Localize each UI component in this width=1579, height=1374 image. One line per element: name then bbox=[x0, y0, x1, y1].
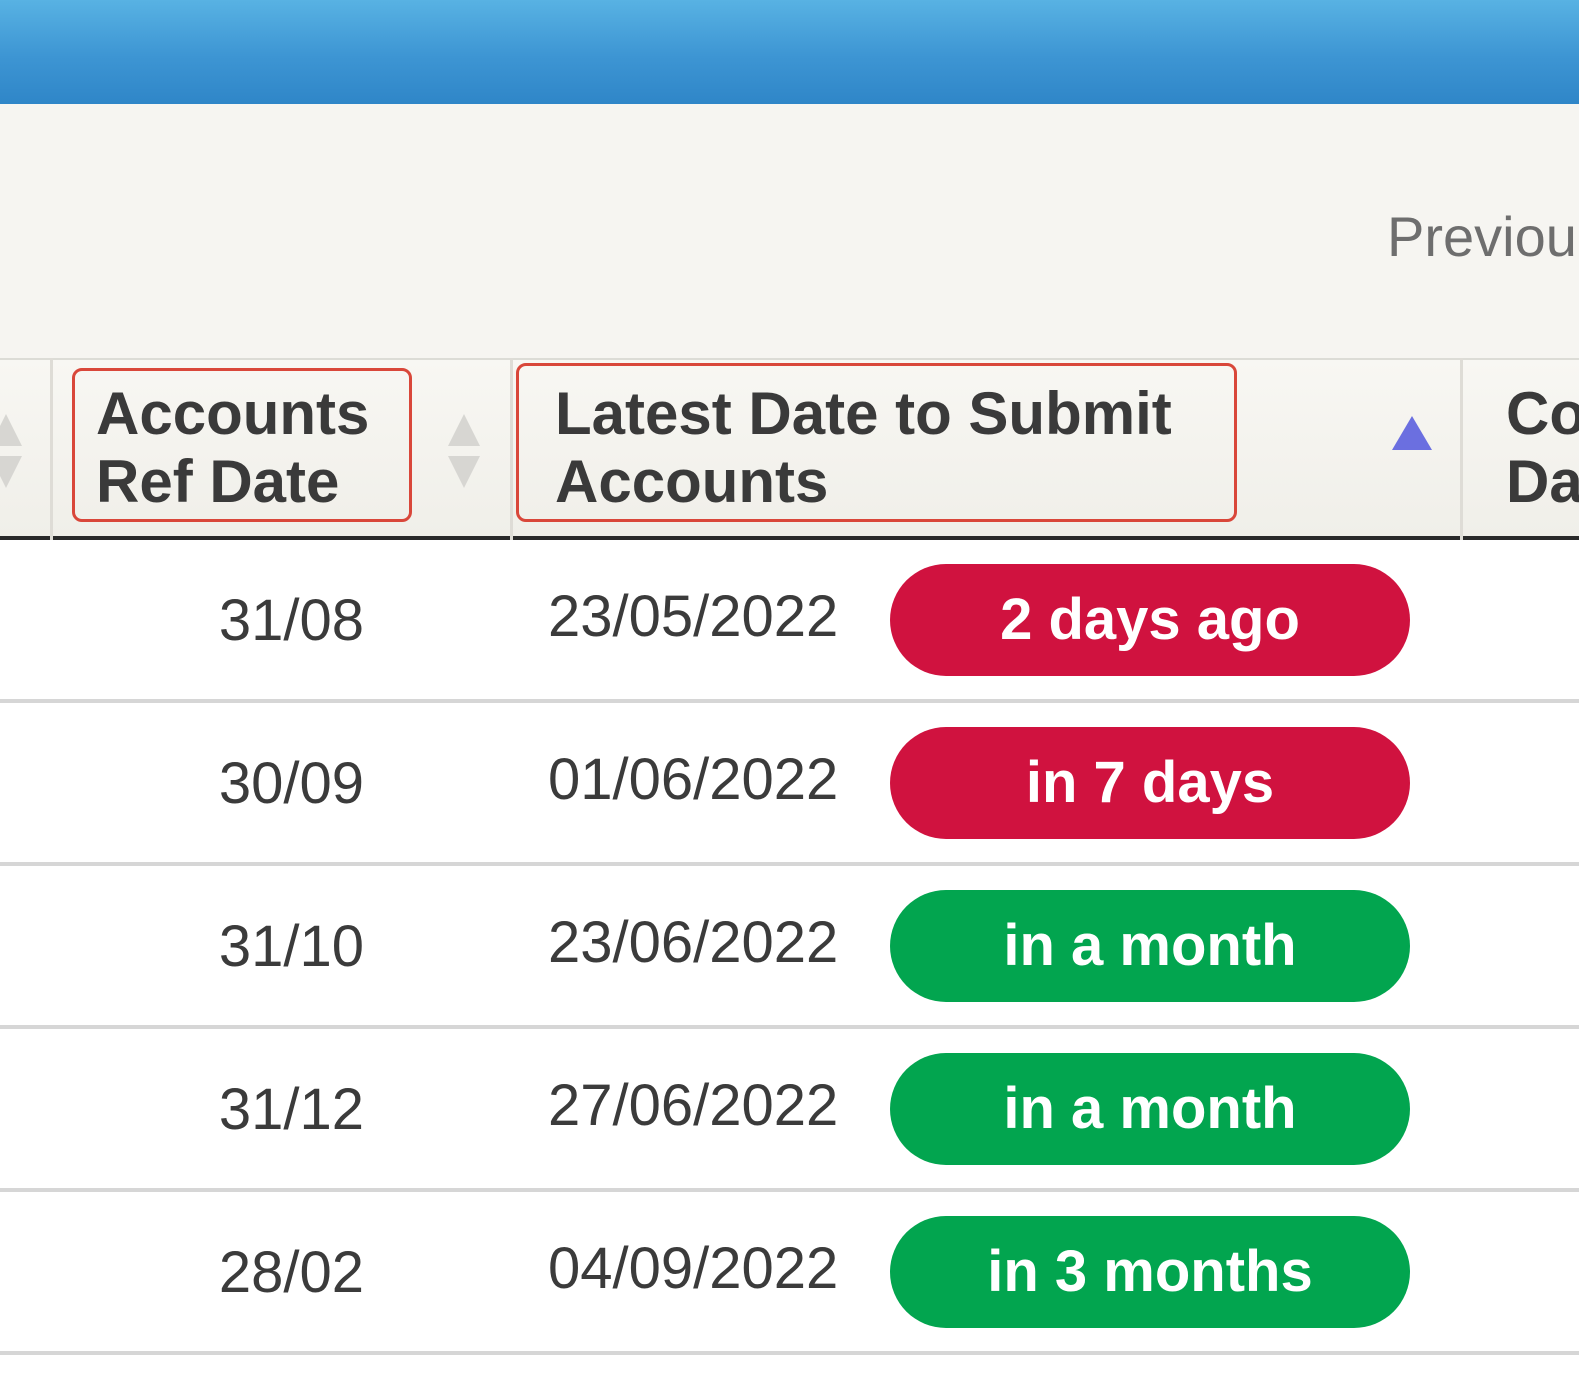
sort-ascending-icon[interactable] bbox=[1390, 414, 1434, 454]
status-badge: 2 days ago bbox=[890, 564, 1410, 676]
table-row: 28/02 04/09/2022 in 3 months bbox=[0, 1192, 1579, 1355]
table-row: 31/08 23/05/2022 2 days ago bbox=[0, 540, 1579, 703]
previous-page-link[interactable]: Previou bbox=[1387, 205, 1577, 269]
accounts-ref-date-cell: 28/02 bbox=[218, 1240, 364, 1305]
latest-date-cell: 23/06/2022 bbox=[548, 910, 839, 975]
latest-date-cell: 04/09/2022 bbox=[548, 1236, 839, 1301]
header-line: Da bbox=[1506, 448, 1579, 515]
sort-icon[interactable] bbox=[444, 410, 484, 492]
top-banner bbox=[0, 0, 1579, 104]
accounts-ref-date-cell: 31/08 bbox=[218, 588, 364, 653]
status-badge: in 3 months bbox=[890, 1216, 1410, 1328]
sort-icon[interactable] bbox=[0, 410, 26, 492]
table-row: 31/10 23/06/2022 in a month bbox=[0, 866, 1579, 1029]
status-badge: in 7 days bbox=[890, 727, 1410, 839]
accounts-ref-date-cell: 31/12 bbox=[218, 1077, 364, 1142]
latest-date-cell: 01/06/2022 bbox=[548, 747, 839, 812]
table-toolbar: Previou bbox=[0, 104, 1579, 360]
highlight-box-ref-date bbox=[72, 368, 412, 522]
table-row: 30/09 01/06/2022 in 7 days bbox=[0, 703, 1579, 866]
header-line: Co bbox=[1506, 380, 1579, 447]
latest-date-cell: 27/06/2022 bbox=[548, 1073, 839, 1138]
table-row: 31/12 27/06/2022 in a month bbox=[0, 1029, 1579, 1192]
column-divider bbox=[1460, 358, 1463, 540]
status-badge: in a month bbox=[890, 1053, 1410, 1165]
accounts-ref-date-cell: 31/10 bbox=[218, 914, 364, 979]
latest-date-cell: 23/05/2022 bbox=[548, 584, 839, 649]
column-divider bbox=[510, 358, 513, 540]
column-header-next[interactable]: Co Da bbox=[1506, 380, 1579, 516]
highlight-box-latest-date bbox=[516, 363, 1237, 522]
accounts-ref-date-cell: 30/09 bbox=[218, 751, 364, 816]
column-divider bbox=[50, 358, 53, 540]
status-badge: in a month bbox=[890, 890, 1410, 1002]
